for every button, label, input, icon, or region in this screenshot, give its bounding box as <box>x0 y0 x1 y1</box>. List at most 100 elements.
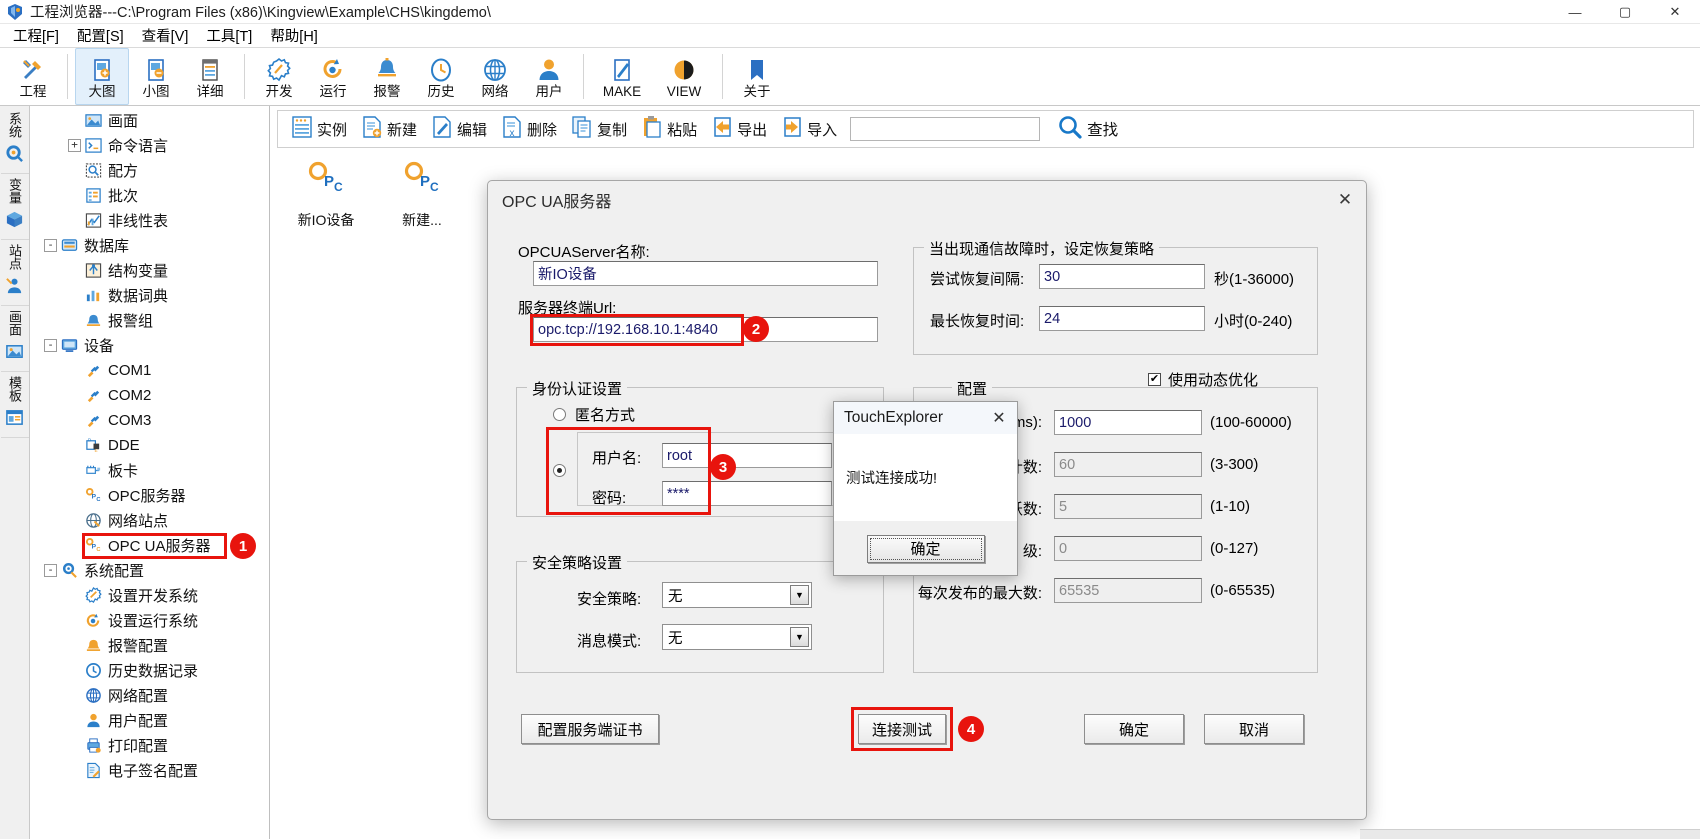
toolbar-button-project[interactable]: 工程 <box>6 48 60 105</box>
adv-input-3: 0 <box>1054 536 1202 561</box>
subtoolbar-button-delete[interactable]: x 删除 <box>494 113 564 145</box>
maximize-button[interactable]: ▢ <box>1600 0 1650 24</box>
develop-icon <box>266 56 292 84</box>
toolbar-button-view[interactable]: VIEW <box>653 48 715 105</box>
username-input[interactable]: root <box>662 443 832 468</box>
tree-item-数据词典[interactable]: 数据词典 <box>30 283 269 308</box>
msgbox-ok-button[interactable]: 确定 <box>866 534 985 563</box>
subtoolbar-button-export[interactable]: 导出 <box>704 113 774 145</box>
tree-collapse-icon[interactable]: - <box>44 239 57 252</box>
recovery-interval-input[interactable]: 30 <box>1039 264 1205 289</box>
minimize-button[interactable]: — <box>1550 0 1600 24</box>
subtoolbar-button-import[interactable]: 导入 <box>774 113 844 145</box>
tree-item-opc-ua服务器[interactable]: P C OPC UA服务器 1 <box>30 533 269 559</box>
toolbar-button-details[interactable]: 详细 <box>183 48 237 105</box>
close-button[interactable]: ✕ <box>1650 0 1700 24</box>
tree-item-设置开发系统[interactable]: 设置开发系统 <box>30 583 269 608</box>
msgbox-close-icon[interactable]: ✕ <box>987 406 1011 430</box>
subtoolbar-button-new[interactable]: 新建 <box>354 113 424 145</box>
cancel-button[interactable]: 取消 <box>1204 714 1304 744</box>
vtab-variable[interactable]: 变量 <box>0 174 29 240</box>
subtoolbar-button-instance[interactable]: 实例 <box>284 113 354 145</box>
tree-item-用户配置[interactable]: 用户配置 <box>30 708 269 733</box>
endpoint-url-input[interactable]: opc.tcp://192.168.10.1:4840 <box>533 317 878 342</box>
menu-item-view[interactable]: 查看[V] <box>133 23 198 48</box>
instance-icon <box>291 115 313 143</box>
tree-item-网络站点[interactable]: 网络站点 <box>30 508 269 533</box>
desktop-icon-new[interactable]: P C 新建... <box>377 158 467 230</box>
tree-item-结构变量[interactable]: 结构变量 <box>30 258 269 283</box>
tree-item-批次[interactable]: 批次 <box>30 183 269 208</box>
tree-item-com2[interactable]: COM2 <box>30 383 269 408</box>
tree-item-dde[interactable]: D E DDE <box>30 433 269 458</box>
tree-item-opc服务器[interactable]: P C OPC服务器 <box>30 483 269 508</box>
menu-item-tools[interactable]: 工具[T] <box>197 23 261 48</box>
menu-item-help[interactable]: 帮助[H] <box>261 23 327 48</box>
toolbar-button-about[interactable]: 关于 <box>730 48 784 105</box>
auth-userpass-radio[interactable] <box>553 464 566 477</box>
toolbar-button-large-icons[interactable]: 大图 <box>75 48 129 105</box>
subtoolbar-button-edit[interactable]: 编辑 <box>424 113 494 145</box>
menu-item-config[interactable]: 配置[S] <box>68 23 133 48</box>
tree-item-系统配置[interactable]: - 系统配置 <box>30 558 269 583</box>
tree-item-历史数据记录[interactable]: 历史数据记录 <box>30 658 269 683</box>
vtab-template[interactable]: 模板 <box>0 372 29 438</box>
tree-item-板卡[interactable]: 板卡 <box>30 458 269 483</box>
vtab-picture[interactable]: 画面 <box>0 306 29 372</box>
password-input[interactable]: **** <box>662 481 832 506</box>
tree-item-网络配置[interactable]: 网络配置 <box>30 683 269 708</box>
toolbar-button-develop[interactable]: 开发 <box>252 48 306 105</box>
auth-anonymous-radio[interactable] <box>553 408 566 421</box>
desktop-icon-new-io-device[interactable]: P C 新IO设备 <box>281 158 371 230</box>
touchexplorer-message-box: TouchExplorer ✕ 测试连接成功! 确定 <box>833 401 1018 576</box>
project-tree-panel[interactable]: 画面 + 命令语言 配方 批次 非线性表 - 数据库 结构变量 数据词典 报警组 - 设备 COM1 COM… <box>30 106 270 839</box>
auth-anonymous-row[interactable]: 匿名方式 <box>553 404 635 425</box>
server-name-input[interactable]: 新IO设备 <box>533 261 878 286</box>
toolbar-button-alarm[interactable]: 报警 <box>360 48 414 105</box>
dynamic-optimization-checkbox[interactable]: ✔ <box>1148 373 1161 386</box>
vtab-system[interactable]: 系统 <box>0 108 29 174</box>
tree-item-电子签名配置[interactable]: 电子签名配置 <box>30 758 269 783</box>
adv-input-0[interactable]: 1000 <box>1054 410 1202 435</box>
project-tree[interactable]: 画面 + 命令语言 配方 批次 非线性表 - 数据库 结构变量 数据词典 报警组 - 设备 COM1 COM… <box>30 106 269 839</box>
recovery-maxtime-input[interactable]: 24 <box>1039 306 1205 331</box>
menu-item-project[interactable]: 工程[F] <box>4 23 68 48</box>
tree-item-报警配置[interactable]: 报警配置 <box>30 633 269 658</box>
tree-collapse-icon[interactable]: - <box>44 564 57 577</box>
tree-collapse-icon[interactable]: - <box>44 339 57 352</box>
chevron-down-icon[interactable]: ▼ <box>790 627 809 647</box>
subtoolbar-button-copy[interactable]: 复制 <box>564 113 634 145</box>
message-mode-select[interactable]: 无 ▼ <box>662 624 812 650</box>
tree-item-com3[interactable]: COM3 <box>30 408 269 433</box>
tree-expand-icon[interactable]: + <box>68 139 81 152</box>
tree-item-数据库[interactable]: - 数据库 <box>30 233 269 258</box>
toolbar-button-history[interactable]: 历史 <box>414 48 468 105</box>
tree-item-非线性表[interactable]: 非线性表 <box>30 208 269 233</box>
configure-certificate-button[interactable]: 配置服务端证书 <box>521 714 659 744</box>
tree-item-设备[interactable]: - 设备 <box>30 333 269 358</box>
message-mode-value: 无 <box>668 630 683 647</box>
toolbar-button-user[interactable]: 用户 <box>522 48 576 105</box>
search-input[interactable] <box>850 117 1041 141</box>
dialog-close-icon[interactable]: ✕ <box>1332 187 1358 213</box>
tree-item-打印配置[interactable]: 打印配置 <box>30 733 269 758</box>
tree-item-画面[interactable]: 画面 <box>30 108 269 133</box>
tree-item-设置运行系统[interactable]: 设置运行系统 <box>30 608 269 633</box>
toolbar-button-network[interactable]: 网络 <box>468 48 522 105</box>
subtoolbar-button-paste[interactable]: 粘贴 <box>634 113 704 145</box>
chevron-down-icon[interactable]: ▼ <box>790 585 809 605</box>
site-node-icon <box>5 276 24 299</box>
connection-test-button[interactable]: 连接测试 <box>858 714 946 744</box>
toolbar-button-small-icons[interactable]: 小图 <box>129 48 183 105</box>
ok-button[interactable]: 确定 <box>1084 714 1184 744</box>
toolbar-button-make[interactable]: MAKE <box>591 48 653 105</box>
tree-item-命令语言[interactable]: + 命令语言 <box>30 133 269 158</box>
tree-item-报警组[interactable]: 报警组 <box>30 308 269 333</box>
subtoolbar-label-paste: 粘贴 <box>667 121 698 139</box>
tree-item-com1[interactable]: COM1 <box>30 358 269 383</box>
vtab-site[interactable]: 站点 <box>0 240 29 306</box>
security-policy-select[interactable]: 无 ▼ <box>662 582 812 608</box>
tree-item-配方[interactable]: 配方 <box>30 158 269 183</box>
search-button[interactable]: 查找 <box>1050 113 1125 145</box>
toolbar-button-run[interactable]: 运行 <box>306 48 360 105</box>
